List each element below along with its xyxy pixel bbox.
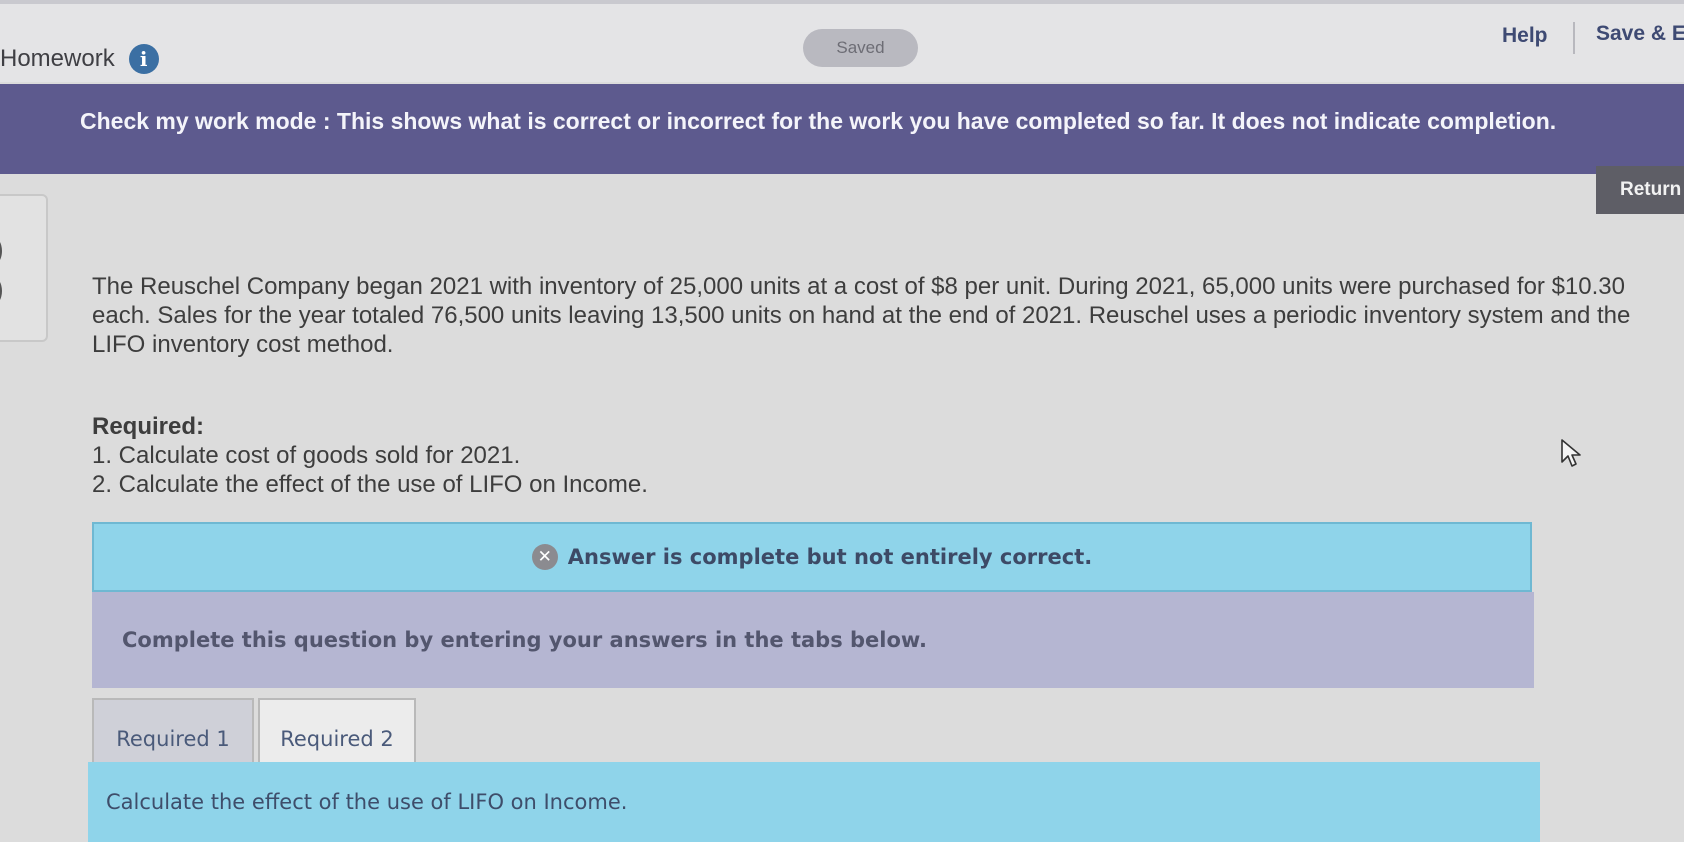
side-panel <box>0 194 48 342</box>
top-bar: Homework i Saved Help Save & E <box>0 0 1684 82</box>
side-panel-handle[interactable] <box>0 276 2 306</box>
required-item-2: 2. Calculate the effect of the use of LI… <box>92 471 648 498</box>
problem-statement: The Reuschel Company began 2021 with inv… <box>92 273 1631 358</box>
tab-prompt-box: Calculate the effect of the use of LIFO … <box>88 762 1540 842</box>
return-button[interactable]: Return <box>1596 166 1684 214</box>
info-icon[interactable]: i <box>128 44 159 74</box>
banner-text: Check my work mode : This shows what is … <box>80 108 1557 134</box>
homework-title: Homework i <box>0 44 159 74</box>
answer-status-text: Answer is complete but not entirely corr… <box>567 545 1093 569</box>
help-link[interactable]: Help <box>1502 24 1548 48</box>
mouse-cursor-icon <box>1561 439 1581 467</box>
saved-status-pill: Saved <box>803 29 918 67</box>
x-circle-icon: ✕ <box>531 544 558 570</box>
required-item-1: 1. Calculate cost of goods sold for 2021… <box>92 442 521 469</box>
homework-title-label: Homework <box>0 45 115 72</box>
required-list: Required: 1. Calculate cost of goods sol… <box>92 412 648 499</box>
instructions-box: Complete this question by entering your … <box>92 592 1534 688</box>
required-heading: Required: <box>92 413 205 440</box>
instructions-text: Complete this question by entering your … <box>122 628 927 652</box>
side-panel-handle[interactable] <box>0 236 2 266</box>
answer-status-box: ✕ Answer is complete but not entirely co… <box>92 522 1532 592</box>
tab-prompt-text: Calculate the effect of the use of LIFO … <box>106 790 628 814</box>
check-my-work-banner: Check my work mode : This shows what is … <box>0 84 1684 174</box>
save-exit-button[interactable]: Save & E <box>1596 22 1684 46</box>
header-divider <box>1573 22 1575 54</box>
